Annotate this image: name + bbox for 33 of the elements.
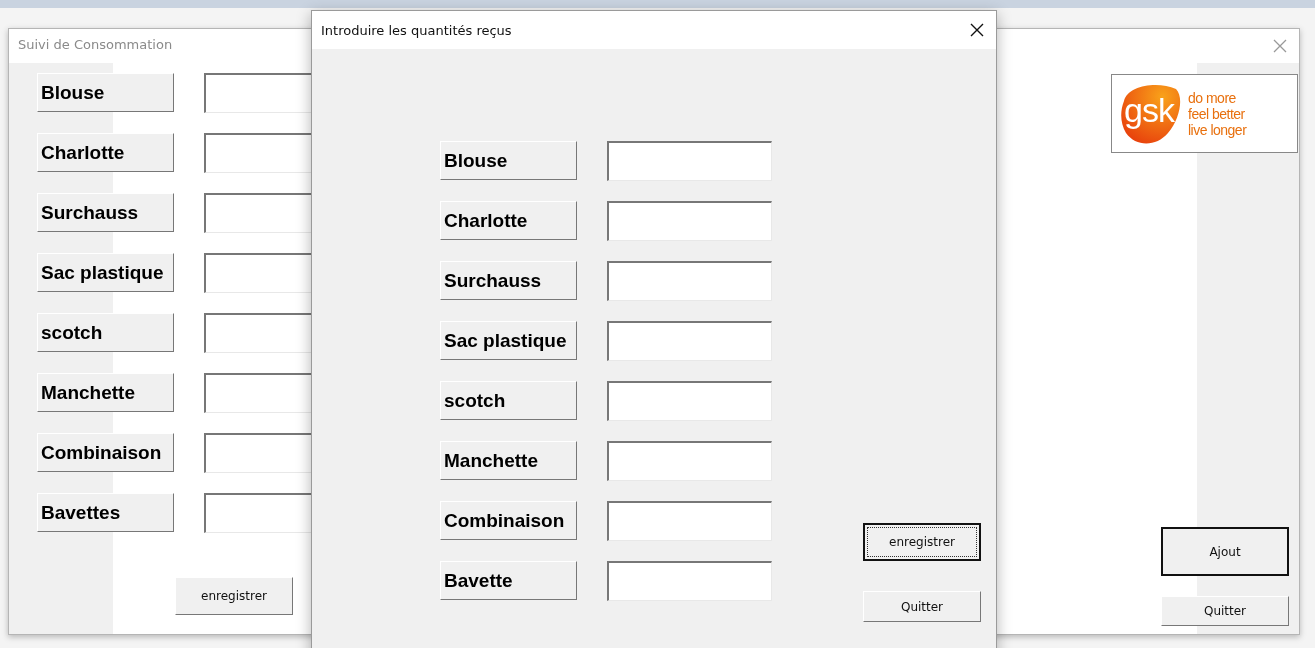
quit-button[interactable]: Quitter bbox=[863, 591, 981, 622]
quantity-field[interactable] bbox=[607, 381, 772, 421]
item-button[interactable]: Charlotte bbox=[440, 201, 577, 240]
item-button[interactable]: Surchauss bbox=[37, 193, 174, 232]
save-button[interactable]: enregistrer bbox=[175, 577, 293, 615]
quantity-field[interactable] bbox=[607, 141, 772, 181]
quantity-field[interactable] bbox=[607, 321, 772, 361]
item-button[interactable]: Manchette bbox=[37, 373, 174, 412]
quit-button[interactable]: Quitter bbox=[1161, 596, 1289, 626]
item-button[interactable]: Bavette bbox=[440, 561, 577, 600]
quantity-field[interactable] bbox=[607, 201, 772, 241]
dialog-title: Introduire les quantités reçus bbox=[321, 22, 512, 38]
close-icon[interactable] bbox=[970, 23, 984, 37]
quantity-field[interactable] bbox=[607, 501, 772, 541]
item-button[interactable]: Sac plastique bbox=[37, 253, 174, 292]
quantity-field[interactable] bbox=[607, 561, 772, 601]
item-button[interactable]: Blouse bbox=[440, 141, 577, 180]
item-button[interactable]: Blouse bbox=[37, 73, 174, 112]
item-button[interactable]: Combinaison bbox=[440, 501, 577, 540]
item-button[interactable]: Manchette bbox=[440, 441, 577, 480]
item-button[interactable]: Combinaison bbox=[37, 433, 174, 472]
item-button[interactable]: scotch bbox=[37, 313, 174, 352]
item-button[interactable]: Sac plastique bbox=[440, 321, 577, 360]
window-title: Suivi de Consommation bbox=[17, 36, 174, 54]
add-button[interactable]: Ajout bbox=[1161, 527, 1289, 576]
item-button[interactable]: Surchauss bbox=[440, 261, 577, 300]
save-button[interactable]: enregistrer bbox=[863, 523, 981, 561]
item-button[interactable]: scotch bbox=[440, 381, 577, 420]
company-logo: gsk do more feel better live longer bbox=[1111, 74, 1298, 153]
item-button[interactable]: Charlotte bbox=[37, 133, 174, 172]
quantity-field[interactable] bbox=[607, 441, 772, 481]
item-button[interactable]: Bavettes bbox=[37, 493, 174, 532]
quantity-field[interactable] bbox=[607, 261, 772, 301]
